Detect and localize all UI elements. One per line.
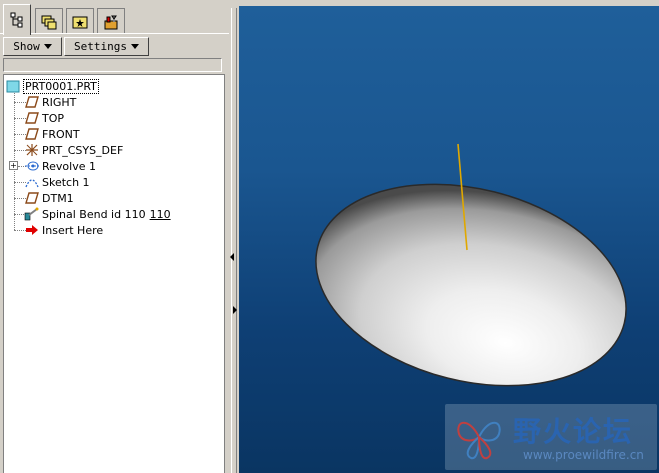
chevron-down-icon: [43, 44, 52, 49]
tree-item-right[interactable]: RIGHT: [24, 94, 76, 110]
star-folder-icon: [72, 16, 88, 28]
show-button-label: Show: [13, 40, 40, 53]
tree-item-front[interactable]: FRONT: [24, 126, 80, 142]
expand-right-icon[interactable]: [233, 306, 237, 314]
csys-icon: [24, 143, 40, 157]
model-tree: + PRT0001.PRT RIGHT TOP FRONT PRT_CSYS_D…: [3, 74, 225, 473]
tree-item-revolve[interactable]: Revolve 1: [24, 158, 96, 174]
tools-icon: [104, 15, 118, 29]
model-tree-tab[interactable]: [3, 4, 31, 35]
revolve-icon: [24, 159, 40, 173]
tree-item-label: RIGHT: [42, 95, 77, 109]
tree-root-node[interactable]: PRT0001.PRT: [5, 78, 99, 94]
datum-plane-icon: [24, 191, 40, 205]
settings-button-label: Settings: [74, 40, 127, 53]
panel-splitter[interactable]: [229, 0, 239, 473]
watermark-url: www.proewildfire.cn: [523, 448, 644, 462]
tree-item-label: PRT_CSYS_DEF: [42, 143, 124, 157]
tree-item-label: TOP: [42, 111, 65, 125]
forum-watermark: 野火论坛 www.proewildfire.cn: [445, 404, 657, 470]
feature-id-sublabel: 110: [149, 207, 171, 221]
navigator-tabs: [0, 4, 229, 35]
watermark-title: 野火论坛: [513, 415, 634, 448]
tree-item-label: FRONT: [42, 127, 80, 141]
chevron-down-icon: [130, 44, 139, 49]
model-tree-icon: [10, 12, 23, 28]
model-tree-panel: Show Settings + PRT0001.PRT RIGHT TOP FR…: [0, 0, 229, 473]
tab-divider: [0, 33, 229, 34]
datum-plane-icon: [24, 95, 40, 109]
tree-item-dtm1[interactable]: DTM1: [24, 190, 74, 206]
tree-column-header[interactable]: [3, 58, 222, 72]
datum-plane-icon: [24, 127, 40, 141]
tree-root-label: PRT0001.PRT: [23, 78, 99, 94]
favorites-tab[interactable]: [66, 8, 94, 34]
tools-tab[interactable]: [97, 8, 125, 34]
part-icon: [5, 79, 21, 93]
tree-item-label: Sketch 1: [42, 175, 90, 189]
tree-item-top[interactable]: TOP: [24, 110, 64, 126]
tree-item-label: Revolve 1: [42, 159, 96, 173]
tree-item-csys[interactable]: PRT_CSYS_DEF: [24, 142, 123, 158]
tree-item-label: DTM1: [42, 191, 74, 205]
tree-toolbar: Show Settings: [0, 37, 229, 57]
revolved-ellipsoid[interactable]: [294, 154, 647, 417]
spinal-bend-icon: [24, 207, 40, 221]
layers-tab[interactable]: [35, 8, 63, 34]
expand-revolve-toggle[interactable]: +: [9, 161, 18, 170]
model-render: [294, 143, 647, 417]
settings-button[interactable]: Settings: [64, 37, 149, 56]
tree-item-label: Spinal Bend id 110: [42, 207, 146, 221]
collapse-left-icon[interactable]: [230, 253, 234, 261]
sketch-icon: [24, 175, 40, 189]
3d-graphics-window[interactable]: 野火论坛 www.proewildfire.cn: [239, 6, 659, 473]
tree-item-label: Insert Here: [42, 223, 104, 237]
show-button[interactable]: Show: [3, 37, 62, 56]
tree-item-insert-here[interactable]: Insert Here: [24, 222, 103, 238]
datum-plane-icon: [24, 111, 40, 125]
splitter-bar[interactable]: [231, 8, 237, 473]
folders-icon: [41, 15, 57, 29]
tree-item-sketch[interactable]: Sketch 1: [24, 174, 90, 190]
insert-arrow-icon: [24, 223, 40, 237]
tree-item-spinal-bend[interactable]: Spinal Bend id 110 110: [24, 206, 171, 222]
butterfly-logo-icon: [457, 421, 501, 460]
